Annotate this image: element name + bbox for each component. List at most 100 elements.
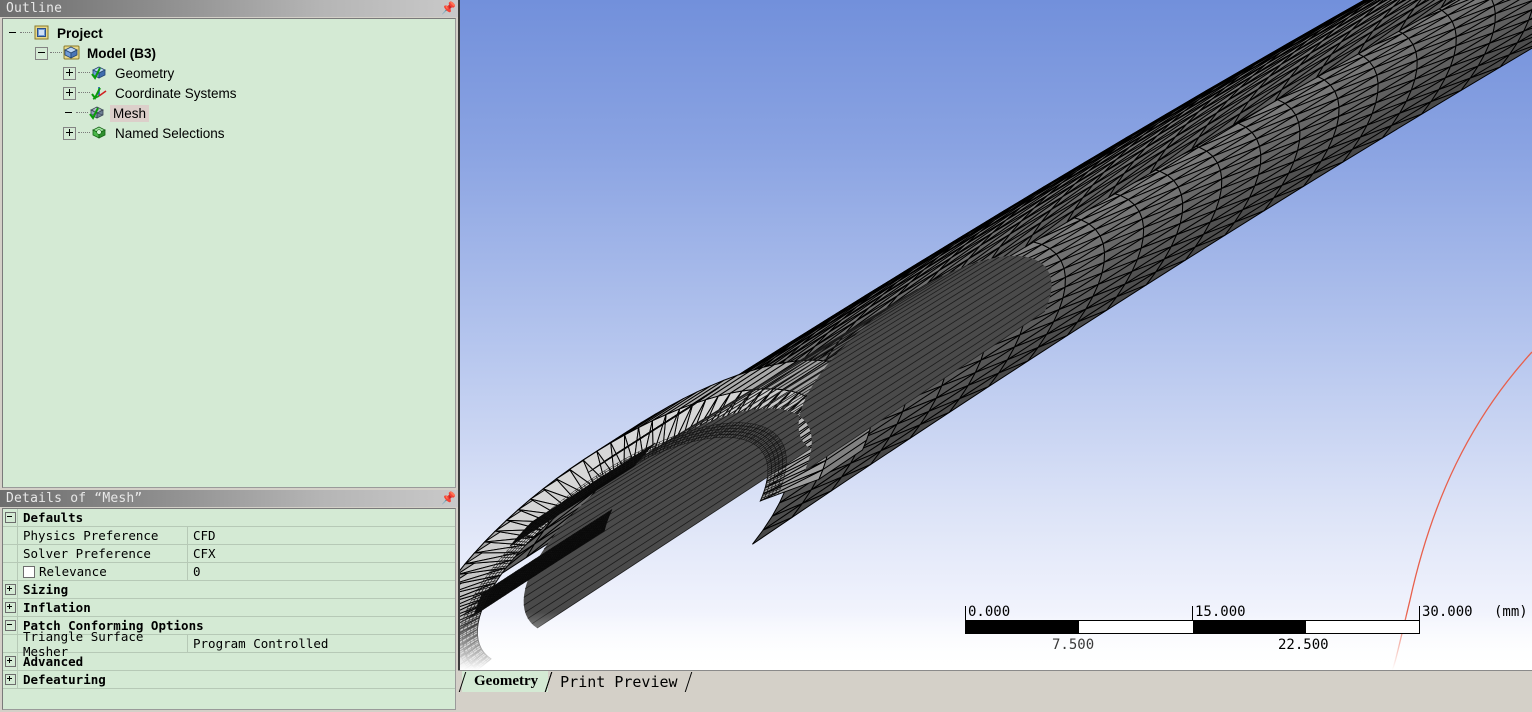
details-expander-cell[interactable]	[3, 671, 18, 688]
outline-panel-title: Outline	[6, 1, 62, 16]
named-selections-icon	[91, 125, 109, 141]
collapse-icon[interactable]	[5, 620, 16, 631]
tab-print-preview[interactable]: Print Preview	[548, 671, 687, 692]
details-property-row[interactable]: Triangle Surface MesherProgram Controlle…	[3, 635, 455, 653]
details-property-name: Solver Preference	[18, 545, 188, 562]
tree-connector	[78, 72, 90, 74]
tree-connector	[78, 132, 90, 134]
details-property-value[interactable]: CFD	[188, 527, 455, 544]
details-group-row[interactable]: Sizing	[3, 581, 455, 599]
outline-panel-body: Project Model (B3) Geometry Coordinate S…	[0, 17, 458, 490]
tree-item-named-selections[interactable]: Named Selections	[3, 123, 455, 143]
scale-bar	[965, 620, 1420, 634]
tree-connector	[50, 52, 62, 54]
details-property-grid[interactable]: DefaultsPhysics PreferenceCFDSolver Pref…	[2, 508, 456, 710]
outline-tree[interactable]: Project Model (B3) Geometry Coordinate S…	[2, 18, 456, 488]
expand-icon[interactable]	[63, 127, 76, 140]
details-panel-titlebar: Details of “Mesh” 📌	[0, 490, 458, 507]
details-group-row[interactable]: Defeaturing	[3, 671, 455, 689]
mesh-icon	[89, 105, 107, 121]
details-property-name-text: Relevance	[39, 564, 107, 579]
details-grid-filler	[3, 689, 455, 709]
details-property-name: Triangle Surface Mesher	[18, 635, 188, 652]
scale-sublabel-upper: 22.500	[1278, 637, 1329, 653]
collapse-icon[interactable]	[35, 47, 48, 60]
scale-sublabel-lower: 7.500	[1052, 637, 1094, 653]
details-property-value[interactable]: 0	[188, 563, 455, 580]
scale-units-label: (mm)	[1494, 604, 1528, 620]
details-property-row[interactable]: Relevance 0	[3, 563, 455, 581]
tree-connector	[76, 112, 88, 114]
details-property-row[interactable]: Solver Preference CFX	[3, 545, 455, 563]
tab-geometry[interactable]: Geometry	[462, 671, 548, 692]
tree-spacer	[63, 108, 74, 119]
tree-item-project[interactable]: Project	[3, 23, 455, 43]
expand-icon[interactable]	[5, 656, 16, 667]
tree-item-geometry[interactable]: Geometry	[3, 63, 455, 83]
scale-bar-segment	[1079, 621, 1192, 633]
tree-connector	[78, 92, 90, 94]
expand-icon[interactable]	[5, 674, 16, 685]
details-property-row[interactable]: Physics Preference CFD	[3, 527, 455, 545]
tree-item-label: Named Selections	[112, 125, 228, 142]
details-expander-cell	[3, 635, 18, 652]
details-group-row[interactable]: Advanced	[3, 653, 455, 671]
graphics-viewport[interactable]: 0.000 15.000 30.000 (mm) 22.500 7.500	[458, 0, 1532, 670]
scale-bar-segment	[966, 621, 1079, 633]
model-icon	[63, 45, 81, 61]
details-group-label: Sizing	[18, 581, 455, 598]
tree-spacer	[7, 28, 18, 39]
tree-item-label: Coordinate Systems	[112, 85, 240, 102]
scale-label-max: 30.000	[1422, 604, 1473, 620]
details-panel-body: DefaultsPhysics PreferenceCFDSolver Pref…	[0, 507, 458, 712]
details-group-label: Defeaturing	[18, 671, 455, 688]
tab-label: Geometry	[474, 673, 538, 690]
tree-item-mesh[interactable]: Mesh	[3, 103, 455, 123]
details-property-name: Physics Preference	[18, 527, 188, 544]
details-expander-cell[interactable]	[3, 509, 18, 526]
ansys-meshing-window: Outline 📌 Project Model (B3) Geometry	[0, 0, 1532, 692]
tree-item-label: Model (B3)	[84, 45, 159, 62]
details-expander-cell	[3, 545, 18, 562]
collapse-icon[interactable]	[5, 512, 16, 523]
mesh-model-render	[460, 0, 1532, 670]
details-expander-cell[interactable]	[3, 599, 18, 616]
details-expander-cell[interactable]	[3, 653, 18, 670]
expand-icon[interactable]	[63, 67, 76, 80]
tree-item-label: Geometry	[112, 65, 177, 82]
scale-bar-segment	[1193, 621, 1306, 633]
details-group-label: Advanced	[18, 653, 455, 670]
checkbox[interactable]	[23, 566, 35, 578]
expand-icon[interactable]	[5, 584, 16, 595]
details-property-value[interactable]: CFX	[188, 545, 455, 562]
details-group-label: Inflation	[18, 599, 455, 616]
expand-icon[interactable]	[63, 87, 76, 100]
details-expander-cell	[3, 527, 18, 544]
pin-icon[interactable]: 📌	[441, 1, 453, 15]
details-property-name-text: Solver Preference	[23, 546, 151, 561]
tree-item-model-b3[interactable]: Model (B3)	[3, 43, 455, 63]
details-expander-cell[interactable]	[3, 581, 18, 598]
details-expander-cell	[3, 563, 18, 580]
scale-tick	[1419, 606, 1420, 620]
scale-bar-segment	[1306, 621, 1419, 633]
details-panel-title: Details of “Mesh”	[6, 491, 142, 506]
details-group-label: Defaults	[18, 509, 455, 526]
tree-item-label: Mesh	[110, 105, 149, 122]
scale-label-mid: 15.000	[1195, 604, 1246, 620]
details-expander-cell[interactable]	[3, 617, 18, 634]
scale-tick	[1192, 606, 1193, 620]
details-property-name-text: Physics Preference	[23, 528, 158, 543]
tree-item-label: Project	[54, 25, 106, 42]
scale-label-min: 0.000	[968, 604, 1010, 620]
details-group-row[interactable]: Inflation	[3, 599, 455, 617]
details-group-row[interactable]: Defaults	[3, 509, 455, 527]
details-property-value[interactable]: Program Controlled	[188, 635, 455, 652]
outline-panel-titlebar: Outline 📌	[0, 0, 458, 17]
viewport-tabbar[interactable]: Geometry Print Preview	[458, 670, 1532, 692]
scale-tick	[965, 606, 966, 620]
pin-icon[interactable]: 📌	[441, 491, 453, 505]
project-icon	[33, 25, 51, 41]
expand-icon[interactable]	[5, 602, 16, 613]
tree-item-coordinate-systems[interactable]: Coordinate Systems	[3, 83, 455, 103]
